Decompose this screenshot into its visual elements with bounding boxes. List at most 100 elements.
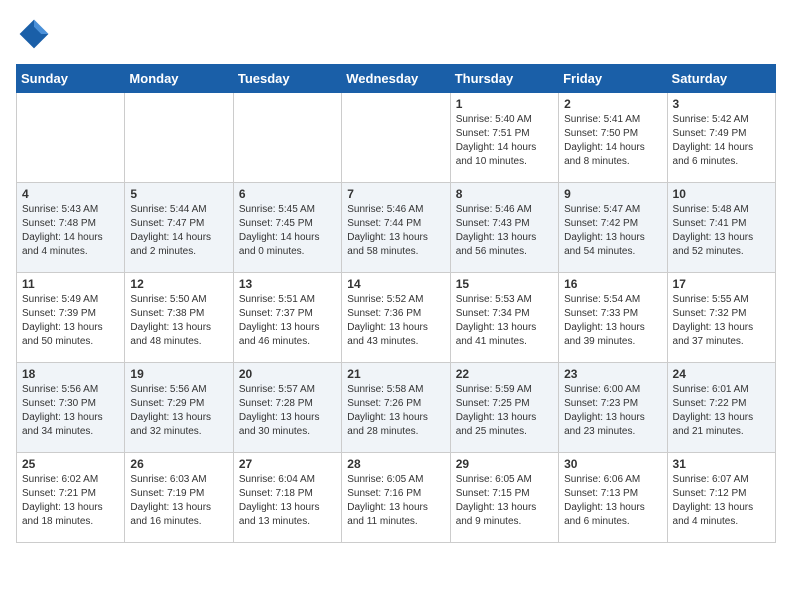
day-cell: 20 Sunrise: 5:57 AM Sunset: 7:28 PM Dayli… bbox=[233, 363, 341, 453]
day-info: Sunrise: 5:52 AM Sunset: 7:36 PM Dayligh… bbox=[347, 293, 444, 349]
day-info: Sunrise: 5:56 AM Sunset: 7:30 PM Dayligh… bbox=[22, 383, 119, 439]
day-info: Sunrise: 5:55 AM Sunset: 7:32 PM Dayligh… bbox=[673, 293, 770, 349]
day-cell: 13 Sunrise: 5:51 AM Sunset: 7:37 PM Dayli… bbox=[233, 273, 341, 363]
day-info: Sunrise: 5:46 AM Sunset: 7:43 PM Dayligh… bbox=[456, 203, 553, 259]
day-number: 11 bbox=[22, 277, 119, 291]
day-number: 3 bbox=[673, 97, 770, 111]
day-number: 27 bbox=[239, 457, 336, 471]
day-cell: 31 Sunrise: 6:07 AM Sunset: 7:12 PM Dayli… bbox=[667, 453, 775, 543]
logo-icon bbox=[16, 16, 52, 52]
day-info: Sunrise: 5:51 AM Sunset: 7:37 PM Dayligh… bbox=[239, 293, 336, 349]
day-cell: 14 Sunrise: 5:52 AM Sunset: 7:36 PM Dayli… bbox=[342, 273, 450, 363]
day-info: Sunrise: 5:58 AM Sunset: 7:26 PM Dayligh… bbox=[347, 383, 444, 439]
day-info: Sunrise: 5:57 AM Sunset: 7:28 PM Dayligh… bbox=[239, 383, 336, 439]
day-cell: 21 Sunrise: 5:58 AM Sunset: 7:26 PM Dayli… bbox=[342, 363, 450, 453]
header-wednesday: Wednesday bbox=[342, 65, 450, 93]
day-number: 30 bbox=[564, 457, 661, 471]
day-info: Sunrise: 5:42 AM Sunset: 7:49 PM Dayligh… bbox=[673, 113, 770, 169]
day-cell: 11 Sunrise: 5:49 AM Sunset: 7:39 PM Dayli… bbox=[17, 273, 125, 363]
day-cell: 1 Sunrise: 5:40 AM Sunset: 7:51 PM Daylig… bbox=[450, 93, 558, 183]
day-cell: 18 Sunrise: 5:56 AM Sunset: 7:30 PM Dayli… bbox=[17, 363, 125, 453]
week-row-5: 25 Sunrise: 6:02 AM Sunset: 7:21 PM Dayli… bbox=[17, 453, 776, 543]
day-number: 23 bbox=[564, 367, 661, 381]
header-tuesday: Tuesday bbox=[233, 65, 341, 93]
day-number: 22 bbox=[456, 367, 553, 381]
day-number: 20 bbox=[239, 367, 336, 381]
header-thursday: Thursday bbox=[450, 65, 558, 93]
day-info: Sunrise: 5:53 AM Sunset: 7:34 PM Dayligh… bbox=[456, 293, 553, 349]
day-cell: 26Sunrise: 6:03 AM Sunset: 7:19 PM Dayli… bbox=[125, 453, 233, 543]
day-cell: 30 Sunrise: 6:06 AM Sunset: 7:13 PM Dayli… bbox=[559, 453, 667, 543]
day-cell: 8 Sunrise: 5:46 AM Sunset: 7:43 PM Daylig… bbox=[450, 183, 558, 273]
day-cell: 28 Sunrise: 6:05 AM Sunset: 7:16 PM Dayli… bbox=[342, 453, 450, 543]
day-info: Sunrise: 6:00 AM Sunset: 7:23 PM Dayligh… bbox=[564, 383, 661, 439]
day-cell: 12Sunrise: 5:50 AM Sunset: 7:38 PM Dayli… bbox=[125, 273, 233, 363]
day-number: 28 bbox=[347, 457, 444, 471]
day-number: 2 bbox=[564, 97, 661, 111]
day-info: Sunrise: 6:04 AM Sunset: 7:18 PM Dayligh… bbox=[239, 473, 336, 529]
day-number: 13 bbox=[239, 277, 336, 291]
day-cell: 25 Sunrise: 6:02 AM Sunset: 7:21 PM Dayli… bbox=[17, 453, 125, 543]
week-row-3: 11 Sunrise: 5:49 AM Sunset: 7:39 PM Dayli… bbox=[17, 273, 776, 363]
day-cell: 23 Sunrise: 6:00 AM Sunset: 7:23 PM Dayli… bbox=[559, 363, 667, 453]
week-row-4: 18 Sunrise: 5:56 AM Sunset: 7:30 PM Dayli… bbox=[17, 363, 776, 453]
day-info: Sunrise: 5:54 AM Sunset: 7:33 PM Dayligh… bbox=[564, 293, 661, 349]
day-cell: 22 Sunrise: 5:59 AM Sunset: 7:25 PM Dayli… bbox=[450, 363, 558, 453]
day-number: 15 bbox=[456, 277, 553, 291]
day-cell: 29 Sunrise: 6:05 AM Sunset: 7:15 PM Dayli… bbox=[450, 453, 558, 543]
day-number: 24 bbox=[673, 367, 770, 381]
day-cell: 2 Sunrise: 5:41 AM Sunset: 7:50 PM Daylig… bbox=[559, 93, 667, 183]
header-monday: Monday bbox=[125, 65, 233, 93]
day-number: 25 bbox=[22, 457, 119, 471]
day-number: 1 bbox=[456, 97, 553, 111]
day-cell: 9Sunrise: 5:47 AM Sunset: 7:42 PM Daylig… bbox=[559, 183, 667, 273]
day-info: Sunrise: 5:59 AM Sunset: 7:25 PM Dayligh… bbox=[456, 383, 553, 439]
day-cell bbox=[233, 93, 341, 183]
day-info: Sunrise: 6:05 AM Sunset: 7:16 PM Dayligh… bbox=[347, 473, 444, 529]
day-info: Sunrise: 6:07 AM Sunset: 7:12 PM Dayligh… bbox=[673, 473, 770, 529]
day-info: Sunrise: 5:45 AM Sunset: 7:45 PM Dayligh… bbox=[239, 203, 336, 259]
day-number: 5 bbox=[130, 187, 227, 201]
day-info: Sunrise: 5:56 AM Sunset: 7:29 PM Dayligh… bbox=[130, 383, 227, 439]
day-cell: 5 Sunrise: 5:44 AM Sunset: 7:47 PM Daylig… bbox=[125, 183, 233, 273]
day-info: Sunrise: 6:02 AM Sunset: 7:21 PM Dayligh… bbox=[22, 473, 119, 529]
day-number: 18 bbox=[22, 367, 119, 381]
day-info: Sunrise: 5:49 AM Sunset: 7:39 PM Dayligh… bbox=[22, 293, 119, 349]
day-cell: 10Sunrise: 5:48 AM Sunset: 7:41 PM Dayli… bbox=[667, 183, 775, 273]
day-number: 21 bbox=[347, 367, 444, 381]
day-info: Sunrise: 5:40 AM Sunset: 7:51 PM Dayligh… bbox=[456, 113, 553, 169]
header-friday: Friday bbox=[559, 65, 667, 93]
day-number: 9 bbox=[564, 187, 661, 201]
day-number: 16 bbox=[564, 277, 661, 291]
day-number: 19 bbox=[130, 367, 227, 381]
day-cell bbox=[17, 93, 125, 183]
day-info: Sunrise: 6:06 AM Sunset: 7:13 PM Dayligh… bbox=[564, 473, 661, 529]
day-number: 8 bbox=[456, 187, 553, 201]
day-info: Sunrise: 5:48 AM Sunset: 7:41 PM Dayligh… bbox=[673, 203, 770, 259]
day-cell: 17Sunrise: 5:55 AM Sunset: 7:32 PM Dayli… bbox=[667, 273, 775, 363]
day-number: 26 bbox=[130, 457, 227, 471]
day-info: Sunrise: 5:43 AM Sunset: 7:48 PM Dayligh… bbox=[22, 203, 119, 259]
day-number: 29 bbox=[456, 457, 553, 471]
day-info: Sunrise: 5:44 AM Sunset: 7:47 PM Dayligh… bbox=[130, 203, 227, 259]
day-cell: 3 Sunrise: 5:42 AM Sunset: 7:49 PM Daylig… bbox=[667, 93, 775, 183]
week-row-1: 1 Sunrise: 5:40 AM Sunset: 7:51 PM Daylig… bbox=[17, 93, 776, 183]
day-info: Sunrise: 6:01 AM Sunset: 7:22 PM Dayligh… bbox=[673, 383, 770, 439]
day-cell: 4Sunrise: 5:43 AM Sunset: 7:48 PM Daylig… bbox=[17, 183, 125, 273]
header-saturday: Saturday bbox=[667, 65, 775, 93]
header-sunday: Sunday bbox=[17, 65, 125, 93]
day-info: Sunrise: 6:05 AM Sunset: 7:15 PM Dayligh… bbox=[456, 473, 553, 529]
day-info: Sunrise: 5:50 AM Sunset: 7:38 PM Dayligh… bbox=[130, 293, 227, 349]
day-number: 31 bbox=[673, 457, 770, 471]
page-header bbox=[16, 16, 776, 52]
day-cell: 16 Sunrise: 5:54 AM Sunset: 7:33 PM Dayli… bbox=[559, 273, 667, 363]
day-cell bbox=[125, 93, 233, 183]
day-cell: 6 Sunrise: 5:45 AM Sunset: 7:45 PM Daylig… bbox=[233, 183, 341, 273]
header-row: SundayMondayTuesdayWednesdayThursdayFrid… bbox=[17, 65, 776, 93]
day-cell: 24 Sunrise: 6:01 AM Sunset: 7:22 PM Dayli… bbox=[667, 363, 775, 453]
day-cell: 7Sunrise: 5:46 AM Sunset: 7:44 PM Daylig… bbox=[342, 183, 450, 273]
day-number: 6 bbox=[239, 187, 336, 201]
day-info: Sunrise: 5:41 AM Sunset: 7:50 PM Dayligh… bbox=[564, 113, 661, 169]
day-number: 14 bbox=[347, 277, 444, 291]
day-cell: 27 Sunrise: 6:04 AM Sunset: 7:18 PM Dayli… bbox=[233, 453, 341, 543]
